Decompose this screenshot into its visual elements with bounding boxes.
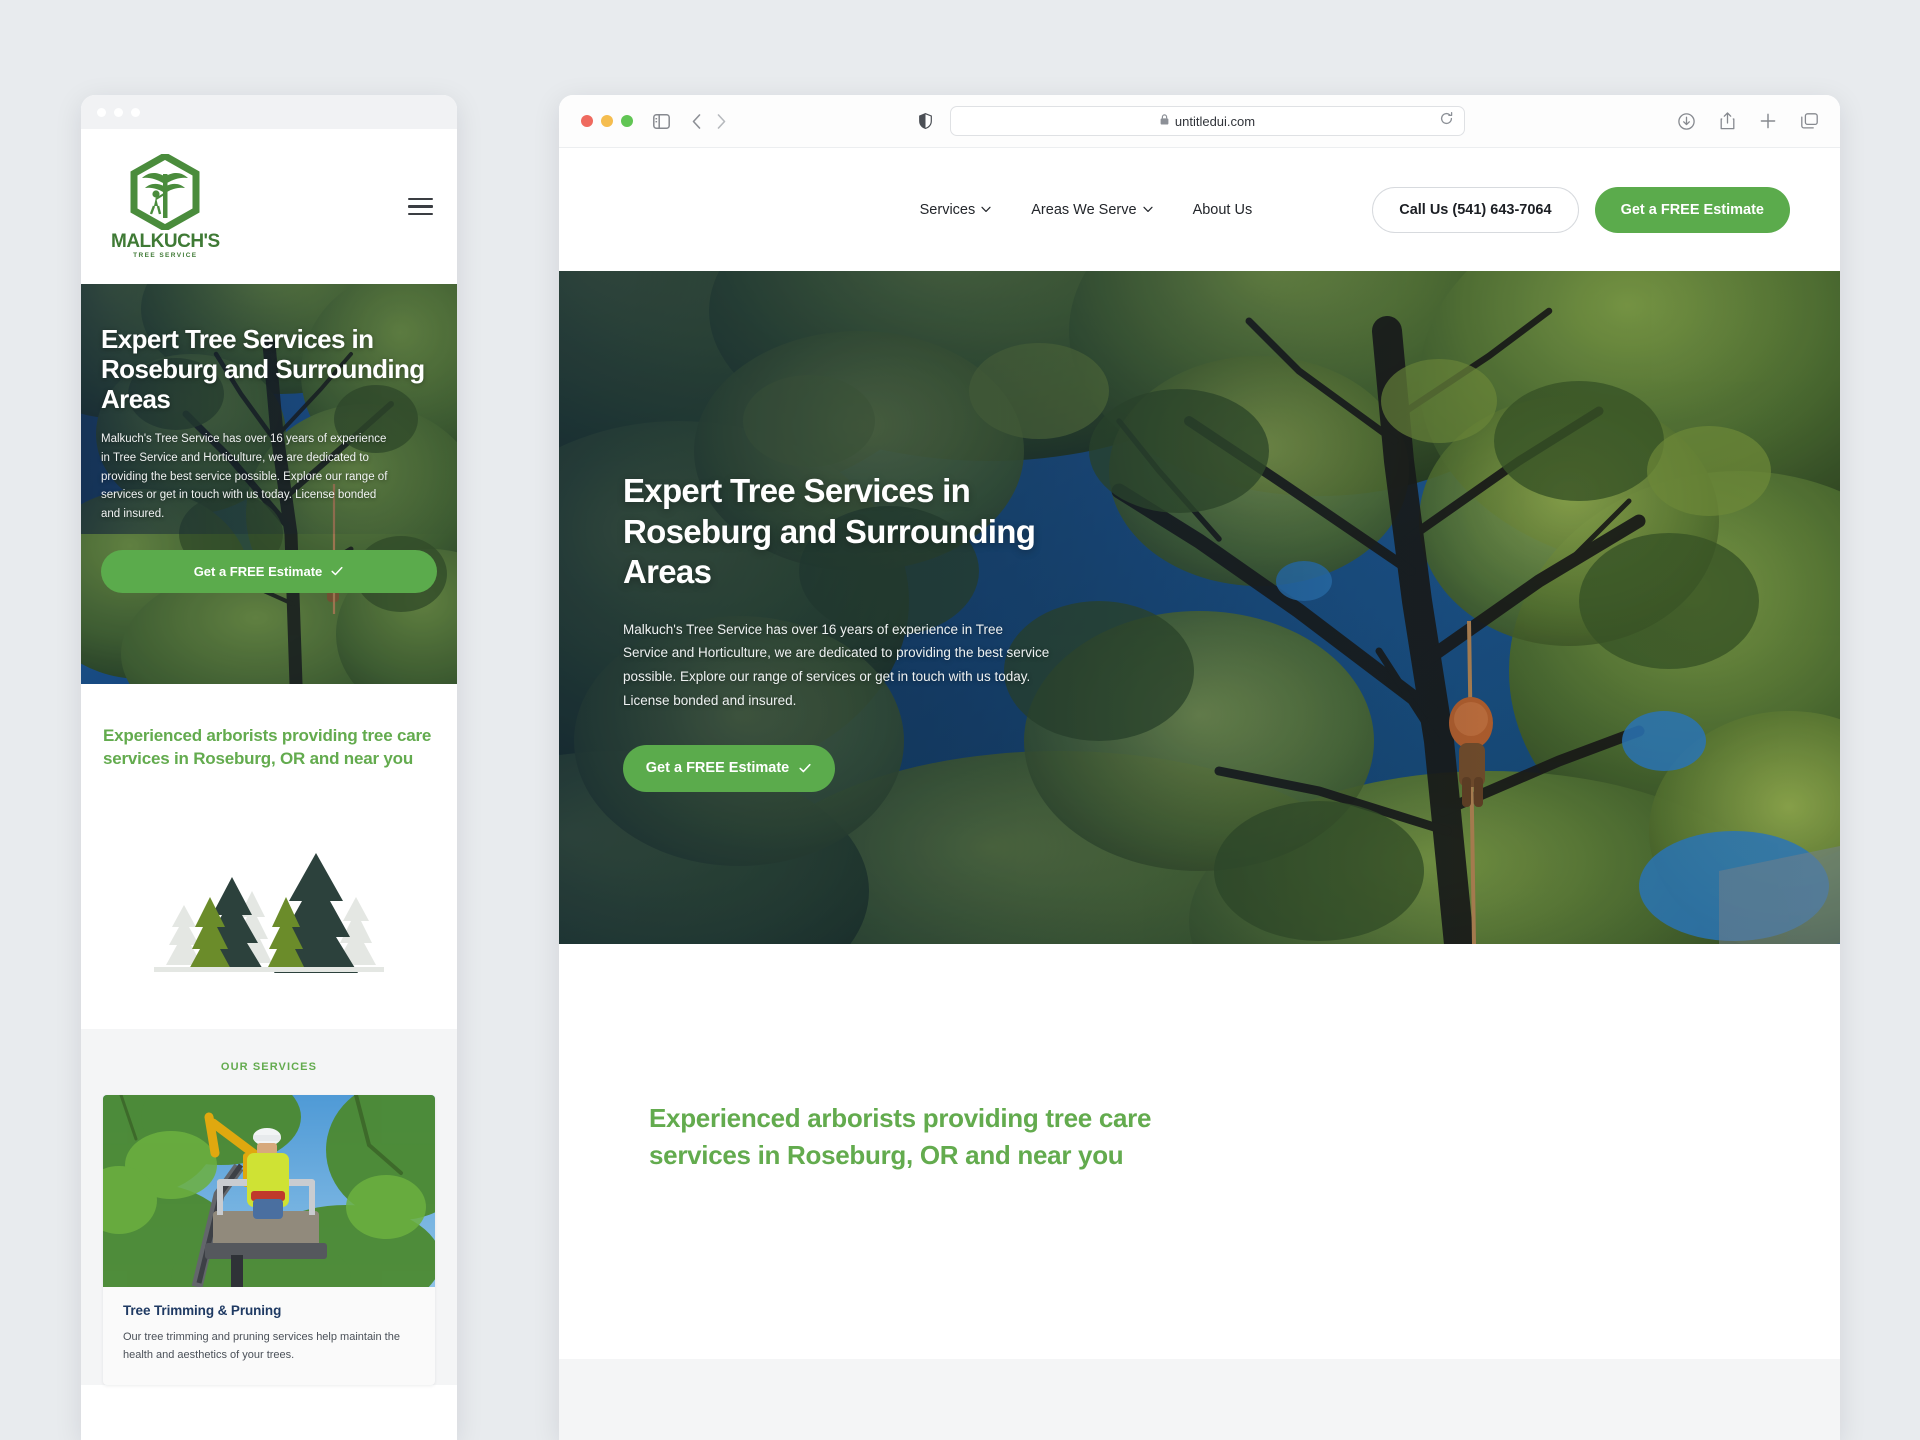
mobile-trees-illustration-wrap: [103, 805, 435, 980]
url-text: untitledui.com: [1174, 113, 1256, 129]
page-footer-area: [559, 1359, 1840, 1440]
tab-overview-icon[interactable]: [1801, 113, 1818, 129]
nav-item-about-us-label: About Us: [1192, 201, 1253, 218]
mobile-dot-3: [131, 107, 140, 117]
mobile-dot-2: [114, 107, 123, 117]
hamburger-line-1: [408, 197, 433, 201]
mobile-intro-band: Experienced arborists providing tree car…: [81, 684, 457, 1029]
navigation-arrows: [692, 113, 726, 129]
service-card-image: [103, 1095, 435, 1287]
chevron-down-icon: [981, 206, 991, 212]
browser-toolbar: untitledui.com: [559, 95, 1840, 148]
bucket-truck-arborist-photo: [103, 1095, 435, 1287]
lock-icon: [1160, 112, 1169, 130]
mobile-logo-wordmark: MALKUCH'S: [111, 230, 220, 252]
mobile-hero-section: Expert Tree Services in Roseburg and Sur…: [81, 284, 457, 684]
hamburger-line-3: [408, 212, 433, 216]
privacy-shield-icon[interactable]: [919, 113, 932, 129]
nav-item-services-label: Services: [919, 201, 976, 218]
download-icon[interactable]: [1678, 112, 1695, 130]
plus-icon[interactable]: [1760, 113, 1776, 129]
site-navigation-bar: Services Areas We Serve About Us Call Us…: [559, 148, 1840, 271]
get-estimate-button[interactable]: Get a FREE Estimate: [1594, 186, 1790, 233]
hexagon-tree-climber-logo: [130, 153, 200, 230]
sidebar-toggle-icon[interactable]: [653, 113, 670, 129]
mobile-hero-body: Malkuch's Tree Service has over 16 years…: [101, 433, 388, 520]
mobile-titlebar: [81, 95, 457, 129]
forward-arrow-icon[interactable]: [717, 113, 726, 129]
address-bar[interactable]: untitledui.com: [950, 106, 1465, 136]
mobile-mockup-window: MALKUCH'S TREE SERVICE Expert Tree Servi…: [81, 95, 457, 1440]
service-card-title: Tree Trimming & Pruning: [123, 1303, 282, 1318]
maximize-window-button[interactable]: [621, 115, 633, 127]
checkmark-icon: [799, 764, 811, 773]
mobile-hero-cta-label: Get a FREE Estimate: [193, 563, 323, 579]
nav-item-areas-we-serve[interactable]: Areas We Serve: [1031, 201, 1153, 218]
mobile-site-header: MALKUCH'S TREE SERVICE: [81, 129, 457, 284]
mobile-hero-cta-button[interactable]: Get a FREE Estimate: [101, 549, 437, 593]
close-window-button[interactable]: [581, 115, 593, 127]
back-arrow-icon[interactable]: [692, 113, 701, 129]
call-us-button[interactable]: Call Us (541) 643-7064: [1372, 186, 1579, 233]
mobile-logo[interactable]: MALKUCH'S TREE SERVICE: [111, 153, 220, 260]
pine-trees-illustration: [154, 852, 384, 973]
service-card[interactable]: Tree Trimming & Pruning Our tree trimmin…: [103, 1095, 435, 1385]
desktop-browser-window: untitledui.com Services Areas We Serve A…: [559, 95, 1840, 1440]
hero-body-text: Malkuch's Tree Service has over 16 years…: [623, 621, 1050, 708]
hamburger-line-2: [408, 205, 433, 208]
mobile-hero-headline: Expert Tree Services in Roseburg and Sur…: [101, 324, 425, 415]
screenshot-stage: MALKUCH'S TREE SERVICE Expert Tree Servi…: [0, 0, 1920, 1440]
reload-icon[interactable]: [1440, 112, 1453, 130]
mobile-services-section: OUR SERVICES Tree Trimming & Pruning Our…: [81, 1029, 457, 1385]
hero-cta-label: Get a FREE Estimate: [645, 760, 790, 777]
nav-item-areas-we-serve-label: Areas We Serve: [1031, 201, 1137, 218]
service-card-text: Our tree trimming and pruning services h…: [123, 1331, 400, 1362]
hamburger-menu-icon[interactable]: [408, 197, 433, 216]
share-icon[interactable]: [1720, 112, 1735, 130]
minimize-window-button[interactable]: [601, 115, 613, 127]
hero-section: Expert Tree Services in Roseburg and Sur…: [559, 271, 1840, 944]
nav-item-about-us[interactable]: About Us: [1193, 202, 1253, 218]
nav-item-services[interactable]: Services: [920, 202, 992, 218]
hero-headline: Expert Tree Services in Roseburg and Sur…: [623, 472, 1036, 591]
checkmark-icon: [331, 567, 343, 576]
intro-band-heading: Experienced arborists providing tree car…: [649, 1103, 1152, 1170]
mobile-dot-1: [97, 107, 106, 117]
nav-links: Services Areas We Serve About Us: [920, 202, 1253, 218]
mobile-services-eyebrow: OUR SERVICES: [220, 1061, 318, 1073]
mobile-logo-tagline: TREE SERVICE: [133, 251, 198, 259]
mobile-band-heading: Experienced arborists providing tree car…: [103, 726, 432, 769]
intro-band-section: Experienced arborists providing tree car…: [559, 944, 1840, 1359]
traffic-lights: [581, 115, 633, 127]
chevron-down-icon: [1142, 206, 1153, 212]
browser-toolbar-right-icons: [1678, 112, 1818, 130]
hero-cta-button[interactable]: Get a FREE Estimate: [623, 744, 835, 792]
